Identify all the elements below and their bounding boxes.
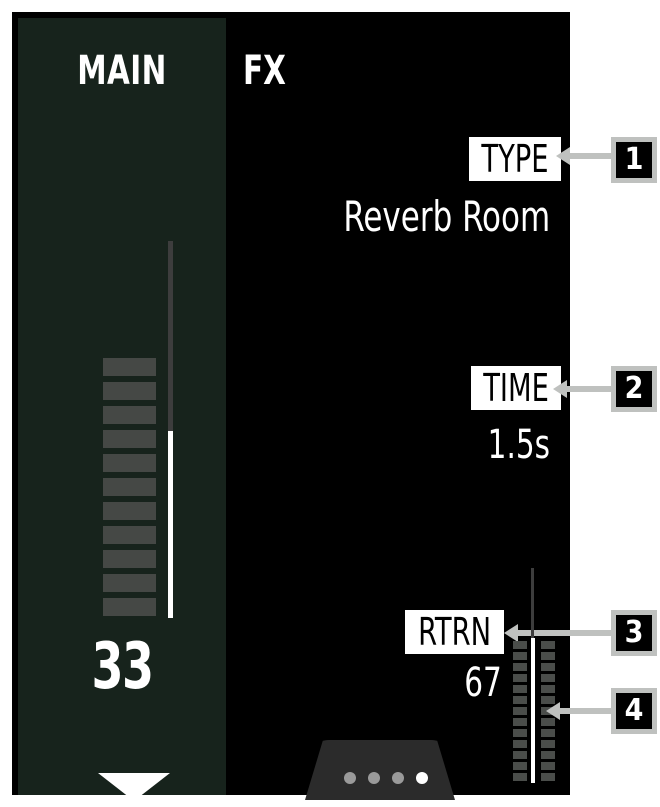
rtrn-meter-segment xyxy=(541,773,555,781)
meter-segment xyxy=(103,550,156,568)
rtrn-meter-segment xyxy=(513,707,527,715)
rtrn-meter-segment xyxy=(541,729,555,737)
rtrn-meter-segment xyxy=(541,674,555,682)
rtrn-meter-segment xyxy=(513,652,527,660)
callout-line-2 xyxy=(565,386,612,392)
callout-marker-1: 1 xyxy=(611,137,657,183)
meter-segment xyxy=(103,598,156,616)
type-value[interactable]: Reverb Room xyxy=(298,192,550,241)
rtrn-meter-segment xyxy=(513,674,527,682)
rtrn-meter-segment xyxy=(513,685,527,693)
rtrn-value[interactable]: 67 xyxy=(456,660,502,706)
rtrn-meter-segment xyxy=(541,641,555,649)
meter-segment xyxy=(103,478,156,496)
rtrn-meter-segment xyxy=(513,663,527,671)
rtrn-meter-segment xyxy=(513,641,527,649)
rtrn-meter-segment xyxy=(513,696,527,704)
meter-segment xyxy=(103,454,156,472)
rtrn-meter-segment xyxy=(513,751,527,759)
meter-segment xyxy=(103,382,156,400)
time-label: TIME xyxy=(471,366,562,410)
rtrn-label: RTRN xyxy=(405,610,505,654)
callout-marker-3: 3 xyxy=(611,610,657,656)
rtrn-meter-segment xyxy=(541,652,555,660)
rtrn-fader-track[interactable] xyxy=(531,568,534,638)
meter-segment xyxy=(103,502,156,520)
main-channel-panel[interactable]: MAIN 33 xyxy=(18,18,226,801)
meter-segment xyxy=(103,430,156,448)
rtrn-meter-segment xyxy=(541,685,555,693)
rtrn-meter-segment xyxy=(513,762,527,770)
page-indicator-tab[interactable] xyxy=(305,740,455,800)
main-fader-fill[interactable] xyxy=(168,431,173,618)
meter-segment xyxy=(103,406,156,424)
callout-marker-2: 2 xyxy=(611,366,657,412)
rtrn-meter-segment xyxy=(513,740,527,748)
tab-main[interactable]: MAIN xyxy=(37,48,208,94)
rtrn-meter-segment xyxy=(541,663,555,671)
callout-line-4 xyxy=(558,708,612,714)
down-arrow-icon[interactable] xyxy=(98,773,170,801)
time-value[interactable]: 1.5s xyxy=(474,422,550,468)
rtrn-meter-segment xyxy=(541,740,555,748)
meter-segment xyxy=(103,526,156,544)
main-fader-value: 33 xyxy=(91,630,155,704)
rtrn-meter-segment xyxy=(541,751,555,759)
rtrn-meter-segment xyxy=(513,718,527,726)
rtrn-fader-fill[interactable] xyxy=(531,638,535,783)
type-label: TYPE xyxy=(469,137,561,181)
rtrn-meter-segment xyxy=(513,773,527,781)
page-dot[interactable] xyxy=(392,772,404,784)
rtrn-meter-segment xyxy=(541,762,555,770)
page-dot[interactable] xyxy=(368,772,380,784)
meter-segment xyxy=(103,358,156,376)
meter-segment xyxy=(103,574,156,592)
rtrn-meter-segment xyxy=(513,729,527,737)
main-fader-track[interactable] xyxy=(168,241,173,431)
page-dot[interactable] xyxy=(344,772,356,784)
callout-line-1 xyxy=(568,153,612,159)
page-dot[interactable] xyxy=(416,772,428,784)
tab-fx[interactable]: FX xyxy=(243,48,286,94)
callout-marker-4: 4 xyxy=(611,688,657,734)
